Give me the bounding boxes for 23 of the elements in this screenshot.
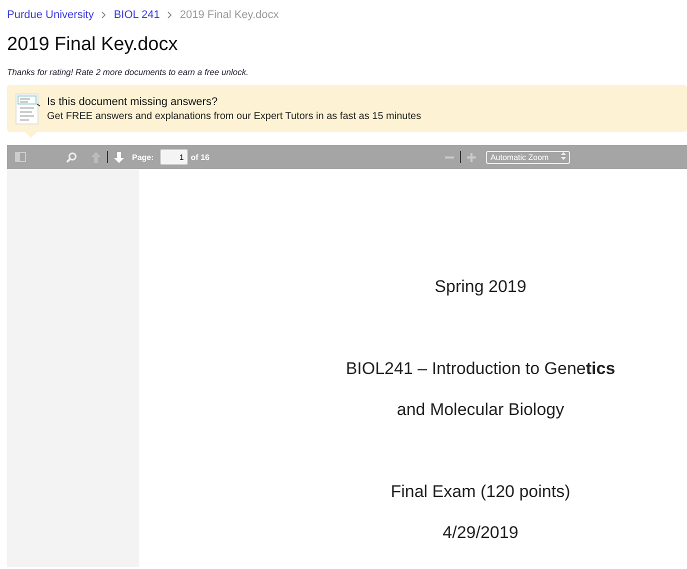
- banner-heading: Is this document missing answers?: [47, 96, 219, 108]
- breadcrumb-link[interactable]: BIOL 241: [114, 9, 160, 21]
- dropdown-arrows-icon: [561, 152, 566, 162]
- sidebar-toggle-icon[interactable]: [15, 152, 26, 162]
- page-count: of 16: [190, 152, 210, 162]
- document-text: 4/29/2019: [442, 523, 518, 543]
- document-text: Spring 2019: [434, 277, 526, 297]
- down-arrow-icon[interactable]: [114, 152, 124, 162]
- breadcrumb-link[interactable]: Purdue University: [7, 9, 94, 21]
- document-icon: [15, 92, 41, 124]
- document-text: and Molecular Biology: [396, 400, 564, 420]
- breadcrumb-current: 2019 Final Key.docx: [180, 9, 279, 21]
- document-text: BIOL241 – Introduction to Genetics: [346, 359, 616, 379]
- banner-text: Get FREE answers and explanations from our Expert Tutors in as fast as 15 minutes: [47, 110, 422, 122]
- chevron-icon: [100, 11, 107, 19]
- zoom-in-icon[interactable]: [467, 152, 476, 162]
- page-label: Page:: [132, 152, 154, 162]
- chevron-icon: [166, 11, 173, 19]
- page-number-field[interactable]: 1: [160, 149, 188, 165]
- page-title: 2019 Final Key.docx: [7, 34, 179, 56]
- rating-note: Thanks for rating! Rate 2 more documents to earn a free unlock.: [7, 67, 250, 77]
- document-text: Final Exam (120 points): [390, 482, 570, 502]
- search-icon[interactable]: [66, 152, 77, 162]
